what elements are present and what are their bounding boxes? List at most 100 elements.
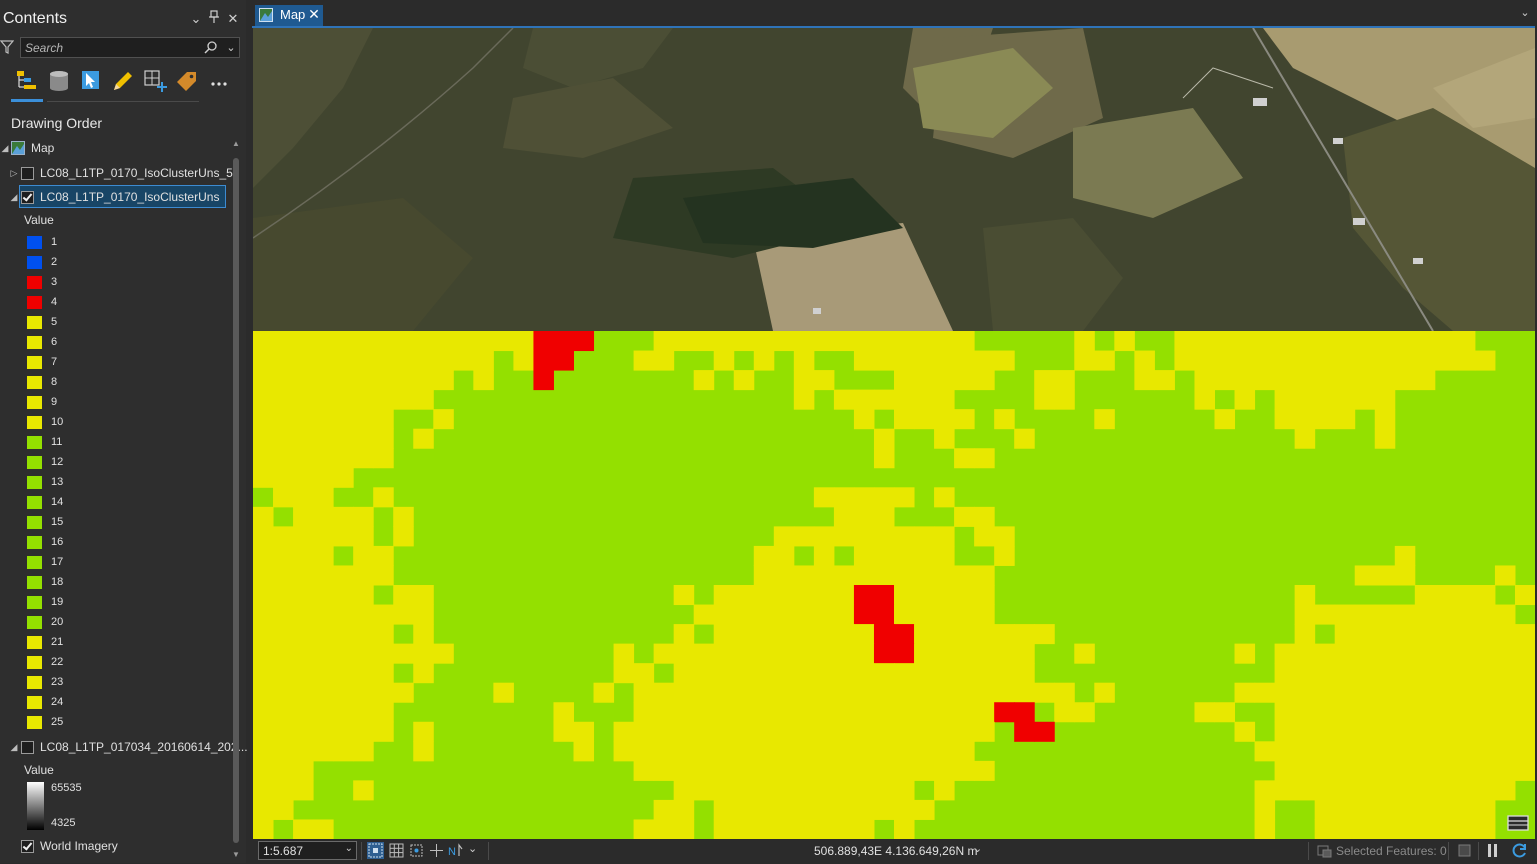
legend-swatch[interactable] xyxy=(27,476,42,489)
chevron-down-icon[interactable]: ⌄ xyxy=(1518,6,1532,19)
close-icon[interactable]: ✕ xyxy=(307,6,321,23)
legend-swatch[interactable] xyxy=(27,236,42,249)
legend-swatch[interactable] xyxy=(27,416,42,429)
legend-swatch[interactable] xyxy=(27,316,42,329)
raster-cell-yellow xyxy=(1194,370,1215,391)
list-by-editing-icon[interactable] xyxy=(110,68,138,96)
clear-selection-icon[interactable] xyxy=(1456,842,1473,859)
close-icon[interactable]: ✕ xyxy=(225,10,241,28)
raster-cell-red xyxy=(553,350,574,371)
raster-cell-yellow xyxy=(1374,409,1396,430)
legend-swatch[interactable] xyxy=(27,336,42,349)
raster-cell-yellow xyxy=(853,350,875,371)
raster-cell-yellow xyxy=(833,506,855,527)
contents-scrollbar[interactable]: ▲ ▼ xyxy=(231,138,241,863)
legend-swatch[interactable] xyxy=(27,356,42,369)
more-icon[interactable] xyxy=(206,68,234,96)
legend-swatch[interactable] xyxy=(27,436,42,449)
raster-cell-yellow xyxy=(1474,663,1496,684)
legend-swatch[interactable] xyxy=(27,696,42,709)
fixed-zoom-icon[interactable] xyxy=(367,842,384,859)
status-divider xyxy=(1478,842,1479,860)
collapse-triangle-icon[interactable]: ◢ xyxy=(9,187,19,207)
raster-cell-red xyxy=(894,624,915,645)
raster-cell-yellow xyxy=(1434,702,1456,723)
layer-visibility-checkbox[interactable] xyxy=(21,741,34,754)
raster-cell-yellow xyxy=(753,545,775,566)
layer-visibility-checkbox[interactable] xyxy=(21,167,34,180)
chevron-down-icon[interactable]: ⌄ xyxy=(188,10,204,28)
legend-swatch[interactable] xyxy=(27,276,42,289)
legend-swatch[interactable] xyxy=(27,516,42,529)
legend-swatch[interactable] xyxy=(27,596,42,609)
legend-swatch[interactable] xyxy=(27,716,42,729)
raster-cell-yellow xyxy=(353,428,374,449)
raster-cell-yellow xyxy=(974,721,995,742)
tree-layer-item[interactable]: ▷ LC08_L1TP_0170_IsoClusterUns_5 xyxy=(0,163,233,183)
raster-cell-yellow xyxy=(373,682,394,703)
crosshair-icon[interactable] xyxy=(428,842,445,859)
search-icon[interactable] xyxy=(203,40,219,56)
legend-swatch[interactable] xyxy=(27,396,42,409)
raster-cell-yellow xyxy=(773,760,795,781)
legend-swatch[interactable] xyxy=(27,676,42,689)
tab-map[interactable]: Map ✕ xyxy=(255,5,323,26)
legend-swatch[interactable] xyxy=(27,556,42,569)
chevron-down-icon[interactable]: ⌄ xyxy=(224,39,238,57)
list-by-snapping-icon[interactable] xyxy=(142,68,170,96)
table-icon[interactable] xyxy=(1507,814,1529,832)
scroll-thumb[interactable] xyxy=(233,158,239,843)
tree-layer-item[interactable]: World Imagery xyxy=(0,836,230,856)
tree-map-item[interactable]: ◢ Map xyxy=(0,138,230,158)
map-view[interactable] xyxy=(253,28,1535,839)
legend-swatch[interactable] xyxy=(27,496,42,509)
grid-icon[interactable] xyxy=(388,842,405,859)
tree-layer-item-selected[interactable]: ◢ LC08_L1TP_0170_IsoClusterUns xyxy=(0,187,230,207)
pin-icon[interactable] xyxy=(206,10,222,28)
raster-cell-yellow xyxy=(253,428,274,449)
list-by-selection-icon[interactable] xyxy=(78,68,106,96)
legend-swatch[interactable] xyxy=(27,636,42,649)
legend-swatch[interactable] xyxy=(27,456,42,469)
tree-layer-item[interactable]: ◢ LC08_L1TP_017034_20160614_202... xyxy=(0,737,248,757)
legend-swatch[interactable] xyxy=(27,616,42,629)
legend-swatch[interactable] xyxy=(27,656,42,669)
raster-cell-yellow xyxy=(1014,643,1035,664)
scale-select[interactable]: 1:5.687 ⌄ xyxy=(258,841,357,860)
expand-triangle-icon[interactable]: ◢ xyxy=(0,138,10,158)
pause-icon[interactable] xyxy=(1484,842,1501,859)
map-icon xyxy=(259,8,273,22)
raster-cell-yellow xyxy=(813,819,835,839)
scroll-up-icon[interactable]: ▲ xyxy=(231,138,241,150)
legend-swatch[interactable] xyxy=(27,576,42,589)
refresh-icon[interactable] xyxy=(1511,842,1528,859)
scroll-down-icon[interactable]: ▼ xyxy=(231,849,241,861)
legend-swatch[interactable] xyxy=(27,296,42,309)
raster-cell-yellow xyxy=(753,663,775,684)
layer-visibility-checkbox[interactable] xyxy=(21,840,34,853)
chevron-down-icon[interactable]: ⌄ xyxy=(973,842,982,855)
raster-cell-yellow xyxy=(954,409,975,430)
raster-cell-yellow xyxy=(373,565,394,586)
selection-icon[interactable] xyxy=(1316,842,1333,859)
raster-cell-yellow xyxy=(974,506,995,527)
legend-swatch[interactable] xyxy=(27,376,42,389)
collapse-triangle-icon[interactable]: ◢ xyxy=(9,737,19,757)
list-by-source-icon[interactable] xyxy=(46,68,74,96)
search-input[interactable] xyxy=(25,39,195,56)
raster-cell-yellow xyxy=(673,663,695,684)
raster-cell-yellow xyxy=(813,624,835,645)
raster-cell-yellow xyxy=(1354,799,1376,820)
list-by-labeling-icon[interactable] xyxy=(174,68,202,96)
legend-swatch[interactable] xyxy=(27,536,42,549)
layer-visibility-checkbox[interactable] xyxy=(21,191,34,204)
chevron-down-icon[interactable]: ⌄ xyxy=(468,842,477,855)
legend-swatch[interactable] xyxy=(27,256,42,269)
north-arrow-icon[interactable]: N xyxy=(447,842,464,859)
list-by-drawing-order-icon[interactable] xyxy=(14,68,42,96)
raster-cell-yellow xyxy=(373,487,394,508)
raster-cell-yellow xyxy=(1374,331,1396,352)
snapping-icon[interactable] xyxy=(408,842,425,859)
expand-triangle-icon[interactable]: ▷ xyxy=(9,163,19,183)
filter-icon[interactable] xyxy=(0,39,15,57)
